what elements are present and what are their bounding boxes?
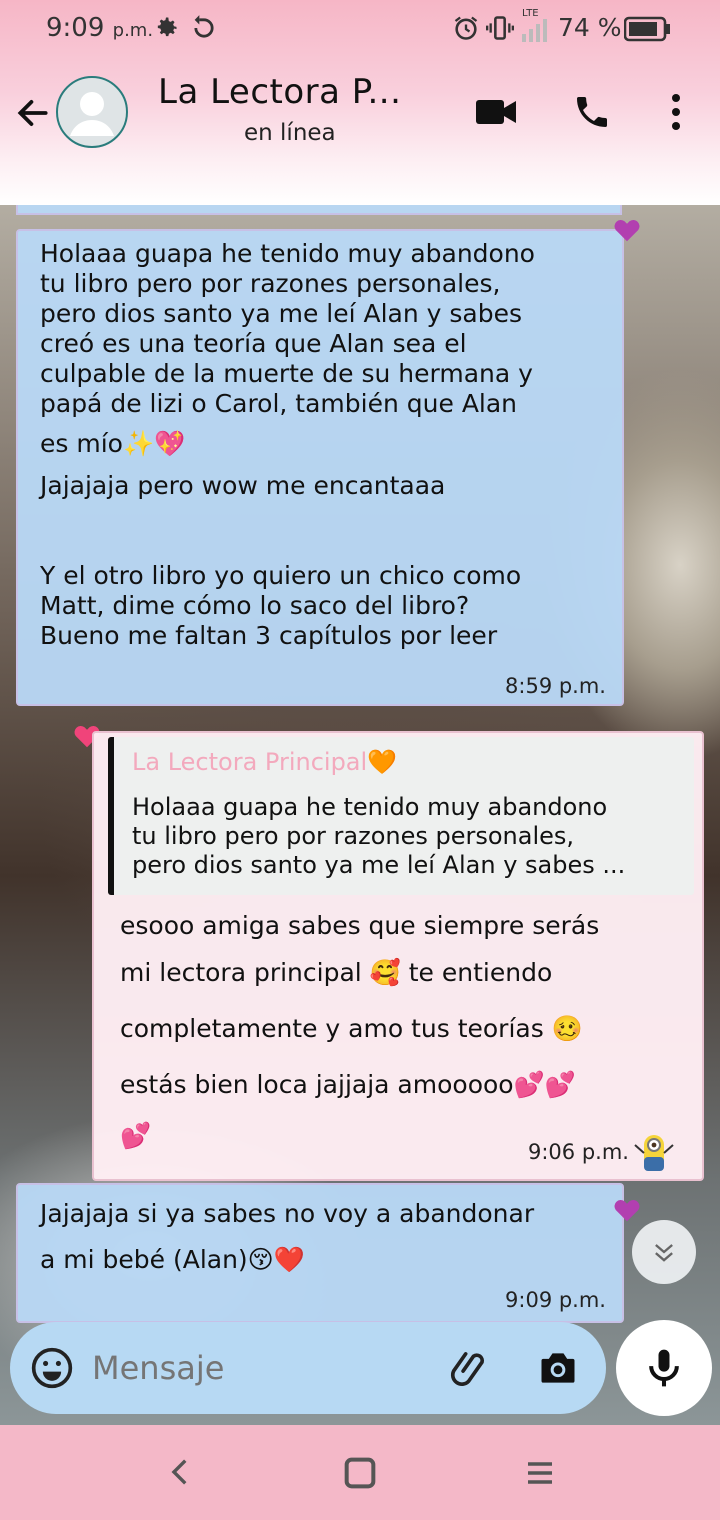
message-line: Jajajaja pero wow me encantaaa (40, 471, 446, 500)
sync-icon (194, 15, 214, 38)
avatar[interactable] (56, 76, 128, 148)
contact-name[interactable]: La Lectora P... (158, 72, 401, 112)
system-navigation-bar (0, 1425, 720, 1520)
battery-icon (624, 16, 670, 42)
top-bar: 9:09 p.m. LTE 74 % La Lectora P... en lí… (0, 0, 720, 205)
settings-gear-icon (157, 17, 177, 37)
purple-heart-icon (614, 1200, 640, 1222)
message-time: 8:59 p.m. (505, 674, 606, 698)
message-line: Y el otro libro yo quiero un chico como (40, 561, 522, 590)
incoming-message[interactable]: Holaaa guapa he tenido muy abandono tu l… (16, 229, 624, 706)
emoji-icon[interactable] (30, 1346, 74, 1390)
message-line: esooo amiga sabes que siempre serás (120, 911, 600, 940)
battery-percent: 74 % (558, 13, 622, 42)
message-line: a mi bebé (Alan)😚❤️ (40, 1245, 305, 1274)
vibrate-icon (486, 16, 514, 40)
chat-header: La Lectora P... en línea (0, 60, 720, 170)
phone-call-icon[interactable] (572, 92, 612, 132)
quote-author: La Lectora Principal🧡 (132, 748, 398, 776)
back-arrow-icon[interactable] (14, 94, 52, 132)
purple-heart-icon (614, 220, 640, 242)
nav-back-icon[interactable] (164, 1455, 198, 1489)
message-input[interactable] (92, 1340, 432, 1396)
message-line: es mío✨💖 (40, 429, 186, 458)
message-line: creó es una teoría que Alan sea el (40, 329, 467, 358)
message-line: tu libro pero por razones personales, (40, 269, 501, 298)
quote-line: Holaaa guapa he tenido muy abandono (132, 793, 608, 821)
status-bar: 9:09 p.m. LTE 74 % (0, 0, 720, 58)
message-line: completamente y amo tus teorías 🥴 (120, 1014, 583, 1043)
message-line: papá de lizi o Carol, también que Alan (40, 389, 518, 418)
double-chevron-down-icon (655, 1244, 673, 1262)
quote-line: pero dios santo ya me leí Alan y sabes .… (132, 851, 626, 879)
message-line (40, 501, 620, 561)
signal-icon (522, 19, 547, 42)
nav-recents-icon[interactable] (522, 1455, 558, 1491)
message-line: Bueno me faltan 3 capítulos por leer (40, 621, 498, 650)
message-line: Holaaa guapa he tenido muy abandono (40, 239, 535, 268)
message-line: pero dios santo ya me leí Alan y sabes (40, 299, 523, 328)
minion-sticker-icon (634, 1135, 674, 1171)
chat-area[interactable]: Holaaa guapa he tenido muy abandono tu l… (0, 205, 720, 1425)
microphone-icon (649, 1349, 679, 1387)
nav-home-icon[interactable] (340, 1453, 380, 1493)
message-line: Jajajaja si ya sabes no voy a abandonar (40, 1199, 535, 1228)
attach-paperclip-icon[interactable] (448, 1346, 492, 1390)
outgoing-message[interactable]: La Lectora Principal🧡 Holaaa guapa he te… (92, 731, 704, 1181)
more-options-icon[interactable] (664, 92, 688, 132)
message-time: 9:06 p.m. (528, 1140, 629, 1164)
message-time: 9:09 p.m. (505, 1288, 606, 1312)
camera-icon[interactable] (536, 1346, 580, 1390)
status-time: 9:09 p.m. (46, 13, 154, 43)
message-line: culpable de la muerte de su hermana y (40, 359, 533, 388)
alarm-icon (454, 16, 478, 40)
video-call-icon[interactable] (474, 94, 518, 130)
scroll-to-bottom-button[interactable] (632, 1220, 696, 1284)
message-line: Matt, dime cómo lo saco del libro? (40, 591, 470, 620)
quoted-message[interactable]: La Lectora Principal🧡 Holaaa guapa he te… (108, 737, 694, 895)
presence-status: en línea (244, 120, 336, 146)
quote-line: tu libro pero por razones personales, (132, 822, 575, 850)
message-line: mi lectora principal 🥰 te entiendo (120, 958, 553, 987)
previous-message-edge (16, 205, 622, 215)
quote-text: Holaaa guapa he tenido muy abandono tu l… (132, 793, 692, 880)
message-line: estás bien loca jajjaja amooooo💕💕 (120, 1070, 576, 1099)
voice-message-button[interactable] (616, 1320, 712, 1416)
incoming-message[interactable]: Jajajaja si ya sabes no voy a abandonar … (16, 1183, 624, 1323)
message-composer[interactable] (10, 1322, 606, 1414)
